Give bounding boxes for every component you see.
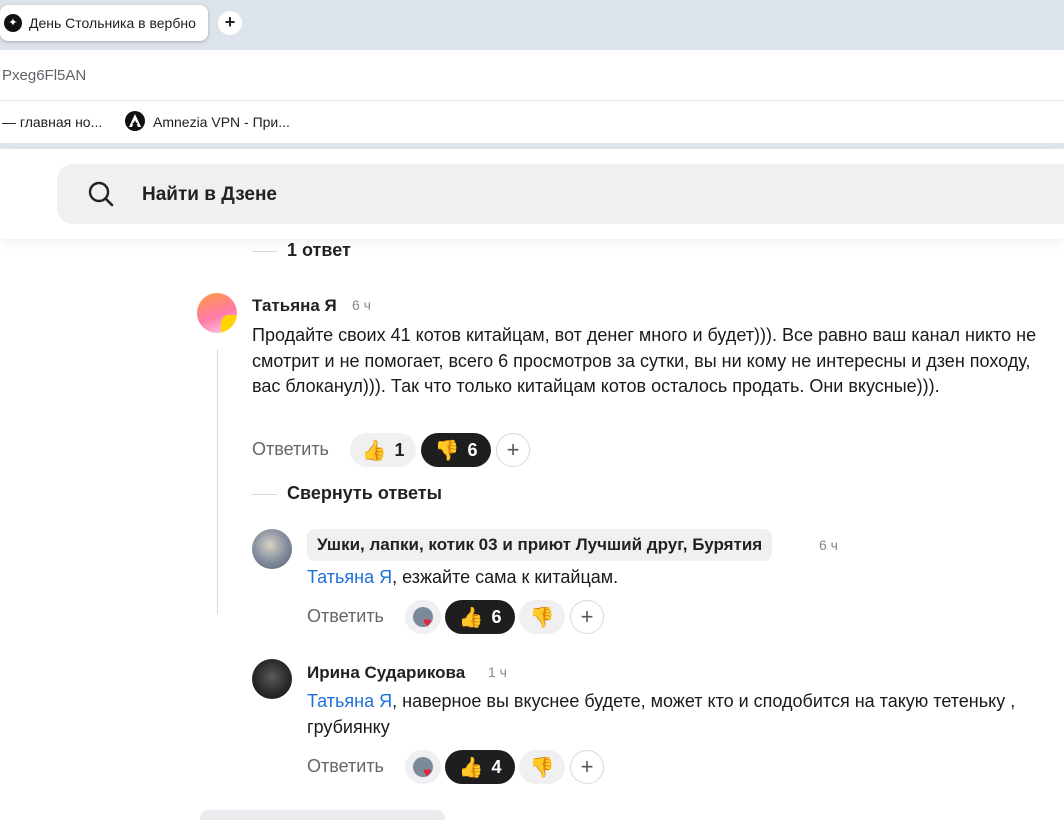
browser-tab[interactable]: ✦ День Стольника в вербно <box>0 5 208 41</box>
collapse-divider <box>252 494 277 495</box>
add-reaction-button[interactable]: + <box>570 600 604 634</box>
bookmark-main-news[interactable]: — главная но... <box>2 114 102 130</box>
comment-text: Продайте своих 41 котов китайцам, вот де… <box>252 325 1037 396</box>
tab-title: День Стольника в вербно <box>29 15 196 31</box>
collapse-replies-button[interactable]: Свернуть ответы <box>287 483 442 504</box>
like-count: 1 <box>394 439 405 460</box>
thumbs-up-icon: 👍 <box>458 756 484 779</box>
dislike-count: 6 <box>467 439 478 460</box>
avatar[interactable] <box>252 529 292 569</box>
browser-tab-bar: ✦ День Стольника в вербно + <box>0 0 1064 50</box>
reply-button[interactable]: Ответить <box>307 756 384 777</box>
replies-count-toggle[interactable]: 1 ответ <box>287 240 351 261</box>
comment-author[interactable]: Татьяна Я <box>252 296 337 316</box>
add-reaction-button[interactable]: + <box>570 750 604 784</box>
thumbs-up-icon: 👍 <box>458 606 484 629</box>
like-button[interactable]: 👍 1 <box>350 433 416 467</box>
comment-author[interactable]: Ушки, лапки, котик 03 и приют Лучший дру… <box>307 529 773 561</box>
like-button[interactable]: 👍 4 <box>445 750 515 784</box>
dislike-button[interactable]: 👎 <box>519 750 565 784</box>
like-count: 4 <box>491 756 502 777</box>
comment-text: Татьяна Я, наверное вы вкуснее будете, м… <box>307 691 1016 737</box>
replies-divider <box>252 251 277 252</box>
reply-button[interactable]: Ответить <box>252 439 329 460</box>
zen-favicon-icon: ✦ <box>4 14 22 32</box>
thumbs-up-icon: 👍 <box>361 439 387 462</box>
bookmark-amnezia-vpn[interactable]: Amnezia VPN - При... <box>153 114 290 130</box>
thumbs-down-icon: 👎 <box>529 756 555 779</box>
bookmarks-bar: — главная но... Amnezia VPN - При... <box>0 101 1064 143</box>
dislike-button[interactable]: 👎 6 <box>421 433 491 467</box>
author-avatar-mini: ♥ <box>413 757 433 780</box>
comment-time: 6 ч <box>352 297 371 313</box>
comments-feed: 1 ответ Татьяна Я 6 ч Продайте своих 41 … <box>0 239 1064 820</box>
url-text[interactable]: Pxeg6Fl5AN <box>2 67 86 84</box>
next-comment-edge <box>200 810 445 820</box>
like-count: 6 <box>491 606 502 627</box>
heart-icon: ♥ <box>423 764 432 780</box>
comment-text: Татьяна Я, езжайте сама к китайцам. <box>307 567 619 587</box>
address-bar[interactable]: Pxeg6Fl5AN <box>0 50 1064 101</box>
thumbs-down-icon: 👎 <box>434 439 460 462</box>
avatar[interactable] <box>197 293 237 333</box>
thumbs-down-icon: 👎 <box>529 606 555 629</box>
avatar[interactable] <box>252 659 292 699</box>
comment-time: 6 ч <box>819 537 838 553</box>
author-heart-reaction: ♥ <box>405 750 441 784</box>
add-reaction-button[interactable]: + <box>496 433 530 467</box>
heart-icon: ♥ <box>423 614 432 630</box>
author-avatar-mini: ♥ <box>413 607 433 630</box>
amnezia-vpn-icon <box>125 111 145 131</box>
new-tab-button[interactable]: + <box>218 11 242 35</box>
search-icon[interactable] <box>87 180 115 208</box>
search-input[interactable]: Найти в Дзене <box>142 184 277 206</box>
search-box[interactable]: Найти в Дзене <box>57 164 1064 224</box>
mention-link[interactable]: Татьяна Я <box>307 691 392 711</box>
dislike-button[interactable]: 👎 <box>519 600 565 634</box>
reply-button[interactable]: Ответить <box>307 606 384 627</box>
like-button[interactable]: 👍 6 <box>445 600 515 634</box>
author-heart-reaction: ♥ <box>405 600 441 634</box>
comment-time: 1 ч <box>488 664 507 680</box>
comment-author[interactable]: Ирина Сударикова <box>307 663 465 683</box>
mention-link[interactable]: Татьяна Я <box>307 567 392 587</box>
thread-line <box>217 349 218 614</box>
zen-header: Найти в Дзене <box>0 149 1064 239</box>
